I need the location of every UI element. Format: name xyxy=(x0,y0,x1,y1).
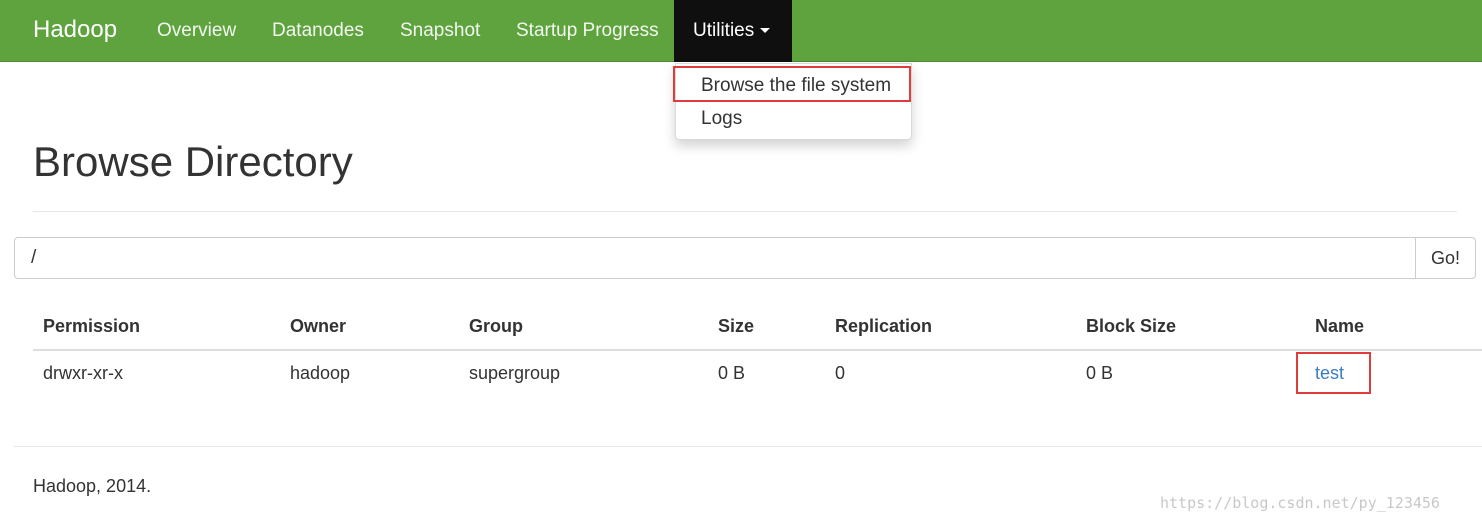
highlight-box-test xyxy=(1296,352,1371,394)
cell-group: supergroup xyxy=(469,363,561,383)
cell-replication: 0 xyxy=(835,363,846,383)
directory-path-input[interactable] xyxy=(14,237,1416,279)
nav-overview[interactable]: Overview xyxy=(157,0,236,62)
table-header-divider xyxy=(33,349,1482,351)
caret-down-icon xyxy=(760,28,771,34)
header-replication: Replication xyxy=(835,316,933,336)
header-permission: Permission xyxy=(43,316,141,336)
header-name: Name xyxy=(1315,316,1365,336)
nav-utilities-dropdown-toggle[interactable]: Utilities xyxy=(674,0,792,62)
nav-datanodes[interactable]: Datanodes xyxy=(272,0,364,62)
cell-block-size: 0 B xyxy=(1086,363,1114,383)
title-divider xyxy=(33,211,1457,212)
brand-link[interactable]: Hadoop xyxy=(33,16,117,44)
page-title: Browse Directory xyxy=(33,138,353,185)
footer-divider xyxy=(14,446,1482,447)
nav-startup-progress[interactable]: Startup Progress xyxy=(516,0,659,62)
watermark: https://blog.csdn.net/py_123456 xyxy=(1160,494,1440,512)
cell-owner: hadoop xyxy=(290,363,351,383)
highlight-box-browse xyxy=(673,66,911,102)
nav-snapshot[interactable]: Snapshot xyxy=(400,0,480,62)
menu-item-logs[interactable]: Logs xyxy=(701,108,742,130)
nav-utilities-label: Utilities xyxy=(693,20,755,41)
cell-size: 0 B xyxy=(718,363,746,383)
go-button[interactable]: Go! xyxy=(1415,237,1476,279)
footer-text: Hadoop, 2014. xyxy=(33,476,152,496)
header-size: Size xyxy=(718,316,755,336)
header-group: Group xyxy=(469,316,523,336)
cell-permission: drwxr-xr-x xyxy=(43,363,123,383)
header-owner: Owner xyxy=(290,316,347,336)
header-block-size: Block Size xyxy=(1086,316,1177,336)
top-navbar: Hadoop Overview Datanodes Snapshot Start… xyxy=(0,0,1482,62)
